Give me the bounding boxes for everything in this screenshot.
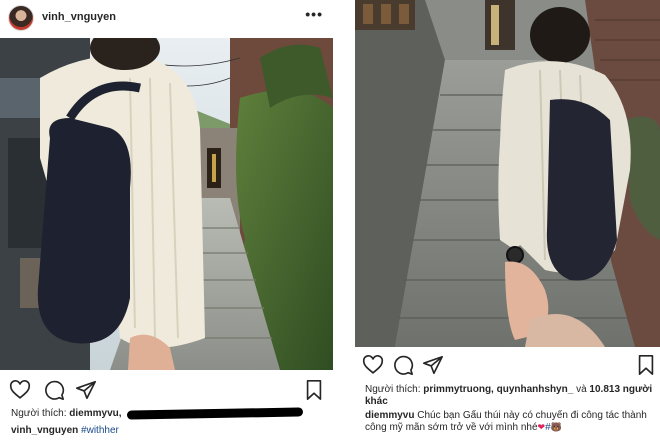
post-photo[interactable] xyxy=(0,38,333,370)
comment-icon[interactable] xyxy=(43,379,65,401)
right-post: Người thích: primmytruong, quynhanhshyn_… xyxy=(355,0,660,440)
heart-icon[interactable] xyxy=(362,354,384,376)
post-caption: vinh_vnguyen #withher xyxy=(11,425,119,436)
post-actions xyxy=(0,378,333,402)
redaction-bar xyxy=(127,407,304,420)
likes-count[interactable]: 10.813 xyxy=(589,384,620,395)
likes-line: Người thích: diemmyvu, xyxy=(11,407,304,420)
stairs-photo xyxy=(355,0,660,347)
liked-by-users[interactable]: primmytruong, quynhanhshyn_ xyxy=(423,384,573,395)
comment-icon[interactable] xyxy=(392,354,414,376)
likes-connector: và xyxy=(576,384,587,395)
likes-prefix: Người thích: xyxy=(11,408,67,419)
caption-hashtag[interactable]: #withher xyxy=(81,425,119,436)
post-header: vinh_vnguyen ••• xyxy=(0,0,333,36)
heart-icon[interactable] xyxy=(9,379,31,401)
post-caption: diemmyvu Chúc bạn Gấu thúi này có chuyến… xyxy=(365,410,655,434)
caption-username[interactable]: vinh_vnguyen xyxy=(11,425,78,436)
bookmark-icon[interactable] xyxy=(635,354,657,376)
alley-photo xyxy=(0,38,333,370)
left-post: vinh_vnguyen ••• Người thích: diemmyvu, … xyxy=(0,0,333,440)
share-icon[interactable] xyxy=(75,379,97,401)
likes-line: Người thích: primmytruong, quynhanhshyn_… xyxy=(365,384,655,408)
share-icon[interactable] xyxy=(422,354,444,376)
more-icon[interactable]: ••• xyxy=(305,7,323,21)
post-actions xyxy=(355,353,660,377)
liked-by-user[interactable]: diemmyvu, xyxy=(69,408,121,419)
bookmark-icon[interactable] xyxy=(303,379,325,401)
likes-prefix: Người thích: xyxy=(365,384,421,395)
post-photo[interactable] xyxy=(355,0,660,347)
caption-username[interactable]: diemmyvu xyxy=(365,410,414,421)
post-username[interactable]: vinh_vnguyen xyxy=(42,11,116,23)
bear-emoji-icon: 🐻 xyxy=(550,423,562,433)
avatar[interactable] xyxy=(8,5,34,31)
heart-emoji-icon: ❤ xyxy=(537,423,546,433)
